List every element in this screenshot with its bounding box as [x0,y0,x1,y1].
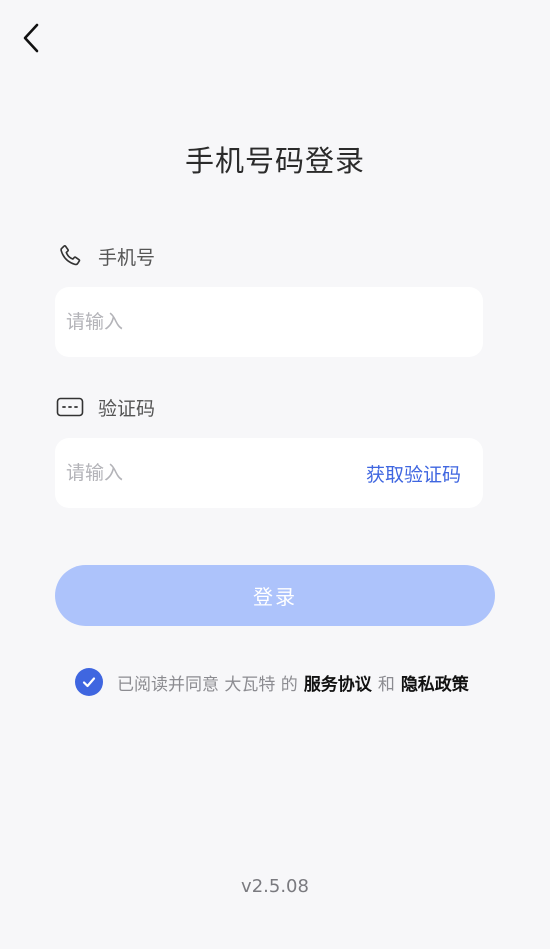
agreement-conjunction: 和 [377,674,395,695]
code-input[interactable] [66,462,366,484]
keyboard-icon [56,393,84,421]
chevron-left-icon [23,23,39,53]
back-button[interactable] [14,18,48,58]
code-label: 验证码 [98,397,156,420]
phone-label-row: 手机号 [56,242,155,270]
page-title: 手机号码登录 [184,144,365,178]
agreement-prefix: 已阅读并同意 大瓦特 的 [117,674,298,695]
login-button[interactable]: 登录 [55,565,495,626]
phone-input-box [55,287,483,357]
service-agreement-link[interactable]: 服务协议 [304,670,372,695]
agreement-checkbox[interactable] [75,668,103,696]
phone-label: 手机号 [98,246,156,269]
get-code-button[interactable]: 获取验证码 [366,460,461,487]
phone-input[interactable] [66,311,461,333]
privacy-policy-link[interactable]: 隐私政策 [401,670,469,695]
code-label-row: 验证码 [56,393,155,421]
check-icon [82,677,96,688]
app-version: v2.5.08 [241,876,309,897]
phone-icon [56,242,84,270]
code-input-box: 获取验证码 [55,438,483,508]
agreement-row: 已阅读并同意 大瓦特 的 服务协议 和 隐私政策 [75,668,469,696]
